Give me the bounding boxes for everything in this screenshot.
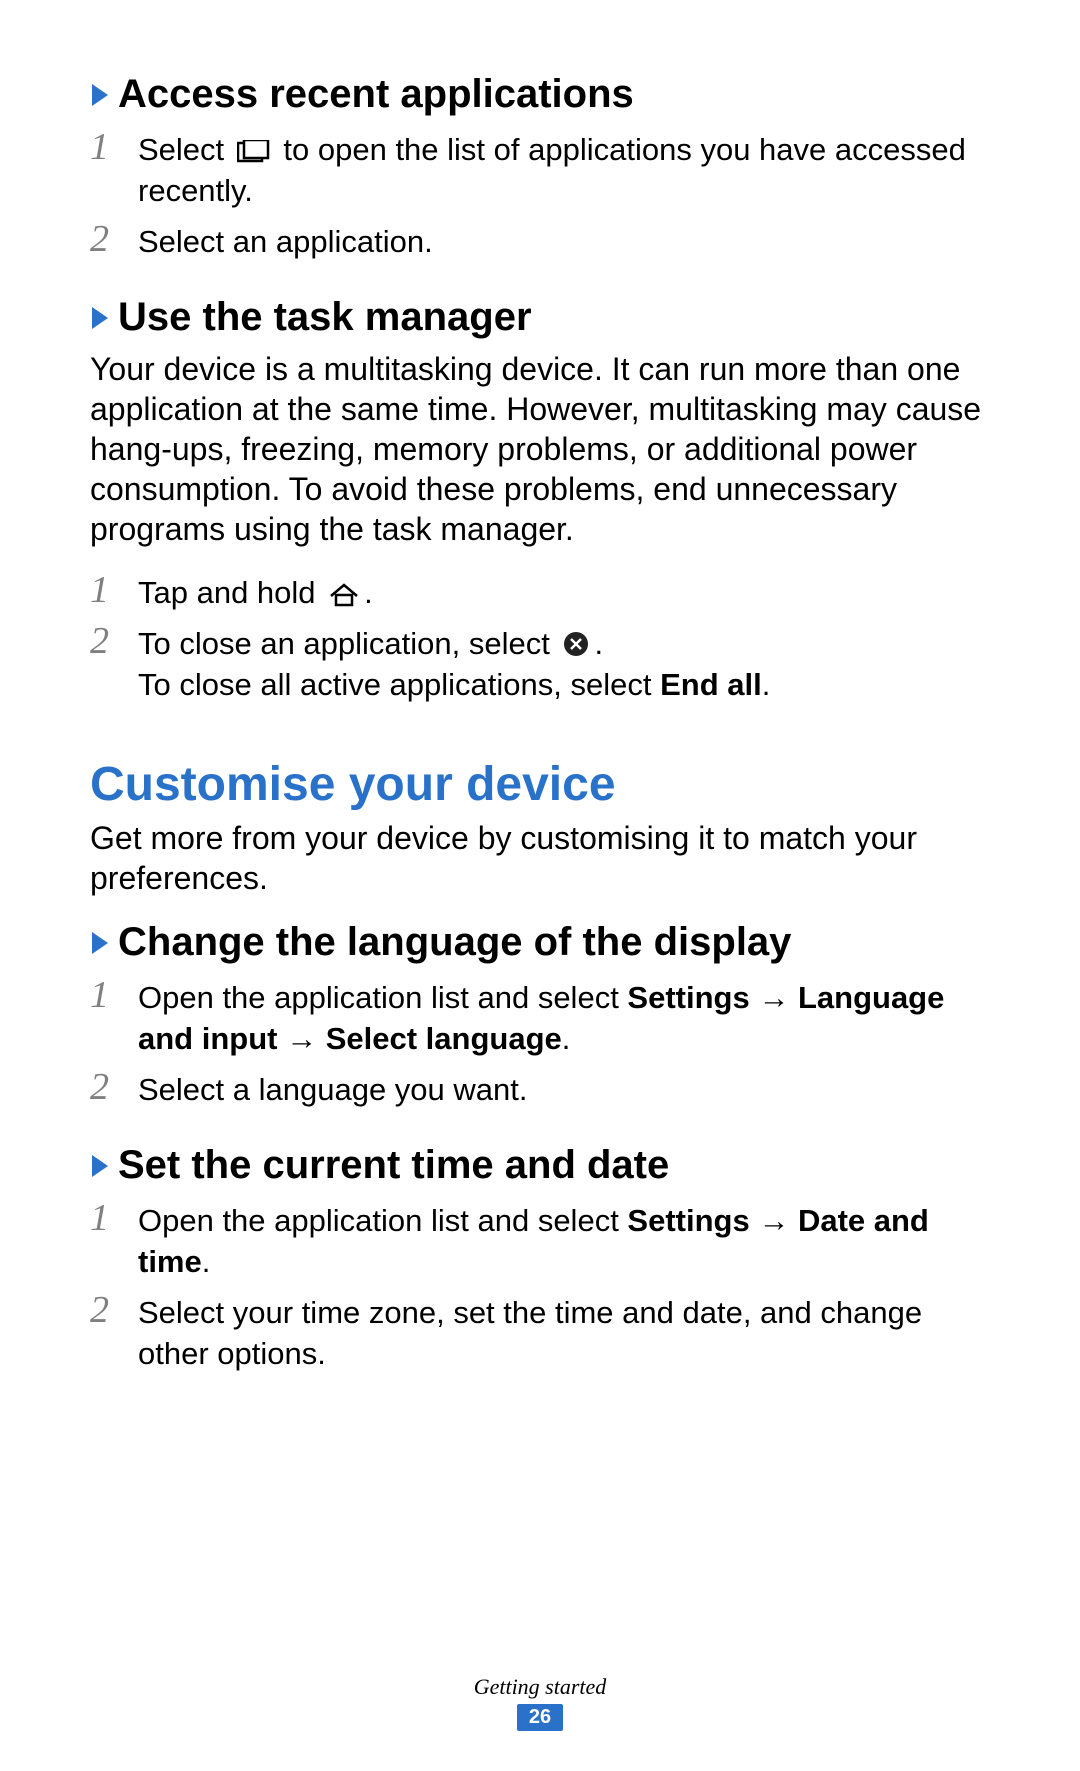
text-fragment: Open the application list and select (138, 1203, 627, 1238)
recent-apps-icon (237, 140, 271, 164)
step-text: To close an application, select . To clo… (138, 620, 990, 706)
text-fragment: . (562, 1021, 571, 1056)
step-item: 2 Select a language you want. (90, 1066, 990, 1111)
text-fragment: . (762, 667, 771, 702)
subheading-datetime: Set the current time and date (90, 1141, 990, 1189)
step-number: 2 (90, 1066, 138, 1110)
page-footer: Getting started 26 (0, 1674, 1080, 1731)
text-fragment: . (202, 1244, 211, 1279)
arrow-text: → (277, 1021, 325, 1056)
section-access-recent: Access recent applications 1 Select to o… (90, 70, 990, 263)
step-number: 2 (90, 1289, 138, 1333)
home-icon (328, 581, 360, 607)
bold-text: Settings (627, 1203, 749, 1238)
text-fragment: . (594, 626, 603, 661)
bold-text: End all (660, 667, 762, 702)
steps-taskmgr: 1 Tap and hold . 2 To close an applicati… (90, 569, 990, 706)
step-text: Open the application list and select Set… (138, 974, 990, 1060)
step-item: 2 To close an application, select . To c… (90, 620, 990, 706)
bold-text: Settings (627, 980, 749, 1015)
step-item: 2 Select your time zone, set the time an… (90, 1289, 990, 1375)
manual-page: Access recent applications 1 Select to o… (0, 0, 1080, 1771)
footer-section-title: Getting started (0, 1674, 1080, 1700)
steps-recent: 1 Select to open the list of application… (90, 126, 990, 263)
chevron-icon (90, 81, 112, 109)
chevron-icon (90, 1152, 112, 1180)
step-item: 1 Select to open the list of application… (90, 126, 990, 212)
subheading-taskmgr: Use the task manager (90, 293, 990, 341)
heading-text: Set the current time and date (118, 1143, 669, 1187)
text-fragment: To close an application, select (138, 626, 558, 661)
arrow-text: → (750, 980, 798, 1015)
intro-text: Your device is a multitasking device. It… (90, 349, 990, 549)
step-text: Select a language you want. (138, 1066, 990, 1111)
step-text: Open the application list and select Set… (138, 1197, 990, 1283)
arrow-text: → (750, 1203, 798, 1238)
text-fragment: Select (138, 132, 233, 167)
step-text: Select an application. (138, 218, 990, 263)
step-item: 1 Open the application list and select S… (90, 1197, 990, 1283)
step-number: 1 (90, 1197, 138, 1241)
step-number: 1 (90, 569, 138, 613)
steps-datetime: 1 Open the application list and select S… (90, 1197, 990, 1375)
chevron-icon (90, 304, 112, 332)
heading-text: Access recent applications (118, 72, 634, 116)
close-circle-icon (562, 630, 590, 658)
step-item: 1 Open the application list and select S… (90, 974, 990, 1060)
steps-language: 1 Open the application list and select S… (90, 974, 990, 1111)
text-fragment: Tap and hold (138, 575, 324, 610)
page-number: 26 (517, 1704, 563, 1731)
step-number: 2 (90, 620, 138, 664)
step-number: 1 (90, 974, 138, 1018)
step-text: Select your time zone, set the time and … (138, 1289, 990, 1375)
step-number: 2 (90, 218, 138, 262)
text-fragment: . (364, 575, 373, 610)
step-continuation: To close all active applications, select… (138, 665, 990, 706)
chevron-icon (90, 929, 112, 957)
step-text: Tap and hold . (138, 569, 990, 614)
heading-text: Use the task manager (118, 295, 532, 339)
text-fragment: To close all active applications, select (138, 667, 660, 702)
step-item: 1 Tap and hold . (90, 569, 990, 614)
bold-text: Select language (326, 1021, 562, 1056)
section-task-manager: Use the task manager Your device is a mu… (90, 293, 990, 706)
text-fragment: Open the application list and select (138, 980, 627, 1015)
step-number: 1 (90, 126, 138, 170)
section-language: Change the language of the display 1 Ope… (90, 918, 990, 1111)
section-datetime: Set the current time and date 1 Open the… (90, 1141, 990, 1375)
step-item: 2 Select an application. (90, 218, 990, 263)
heading-text: Change the language of the display (118, 920, 791, 964)
main-heading-customise: Customise your device (90, 757, 990, 812)
intro-text: Get more from your device by customising… (90, 818, 990, 898)
subheading-recent: Access recent applications (90, 70, 990, 118)
step-text: Select to open the list of applications … (138, 126, 990, 212)
subheading-language: Change the language of the display (90, 918, 990, 966)
